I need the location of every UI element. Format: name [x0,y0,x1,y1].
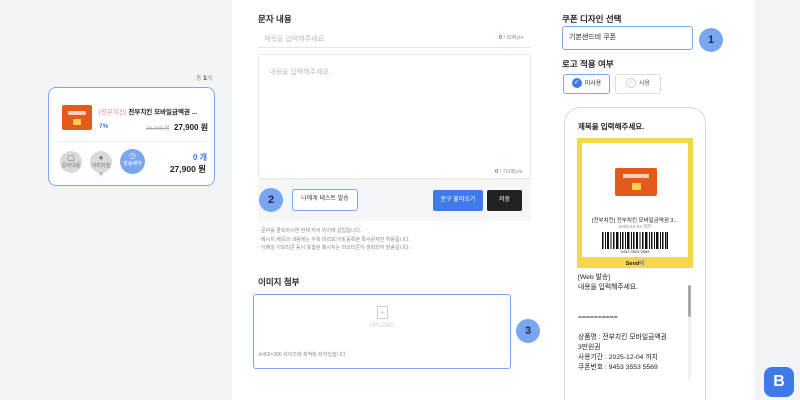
total-price: 27,900 원 [169,164,206,174]
image-attach-label: 이미지첨부 [91,163,111,178]
message-notes: · 문자를 클릭하시면 현재 커서 위치에 삽입됩니다. · 메시지 제목과 내… [258,227,410,253]
preview-line: 내용을 입력해주세요. [578,284,639,291]
note-line: · 문자를 클릭하시면 현재 커서 위치에 삽입됩니다. [258,228,362,234]
product-name: [전부치킨] 전부치킨 모바일금액권 ... [99,106,211,116]
send-logo: Send비 [577,259,693,267]
send-schedule-label: 발송예약 [123,161,142,167]
test-send-button[interactable]: 나에게 테스트 발송 [292,189,358,211]
product-brand: [전부치킨] [99,109,127,116]
coupon-product-image [615,168,657,196]
preview-scroll-thumb[interactable] [688,285,691,317]
sale-price: 27,900 원 [174,123,209,132]
load-phrase-button[interactable]: 문구 불러오기 [433,190,483,211]
preview-line: 사용기간 : 2025-12-04 까지 [578,354,658,361]
quantity: 0 개 [192,153,207,162]
coupon-design-select[interactable]: 기본샌드비 쿠폰 [562,26,693,50]
coupon-inner: [전부치킨] 전부치킨 모바일금액권 3... 2025-12-04 까지 94… [582,143,688,257]
product-thumbnail [62,105,92,130]
image-attach-button[interactable]: ● 이미지첨부 [90,151,112,178]
coupon-preview: [전부치킨] 전부치킨 모바일금액권 3... 2025-12-04 까지 94… [577,138,693,268]
preview-title: 제목을 입력해주세요. [578,122,645,131]
upload-label: UPLOAD [369,323,395,329]
check-icon: ✓ [625,78,636,89]
preview-line: [Web 발송] [578,274,611,281]
card-divider [58,141,206,142]
logo-option-used[interactable]: ✓ 사용 [615,74,661,94]
logo-section-label: 로고 적용 여부 [562,59,614,69]
image-section-label: 이미지 첨부 [258,277,300,287]
preview-line [578,323,683,333]
product-card[interactable]: [전부치킨] 전부치킨 모바일금액권 ... 7% 30,000 원 27,90… [48,87,215,186]
title-input[interactable]: 제목을 입력해주세요. [258,30,531,48]
left-panel [0,0,232,400]
coupon-number: 9453 3553 5569 [620,249,650,254]
step-badge-2: 2 [259,188,283,212]
coupon-name: [전부치킨] 전부치킨 모바일금액권 3... [591,218,679,224]
step-badge-1: 1 [699,28,723,52]
upload-note: ※450×300 사이즈에 최적화 되어있습니다. [258,352,348,358]
product-name-text: 전부치킨 모바일금액권 ... [128,109,198,116]
total-count: 총 1개 [196,73,212,82]
note-line: · 이메일 이모티콘 등이 포함된 메시지는 미오티콘이 생략되어 발송됩니다. [258,245,411,251]
preview-line: 상품명 : 전부치킨 모바일금액권 [578,334,667,341]
coupon-design-value: 기본샌드비 쿠폰 [569,34,617,41]
title-placeholder: 제목을 입력해주세요. [264,36,326,43]
preview-line: ========== [578,314,618,321]
body-placeholder: 내용을 입력해주세요. [269,69,331,76]
person-icon: ● [98,153,104,162]
title-counter: 0 / 80Byte [499,35,524,41]
preview-scrollbar[interactable] [688,285,691,380]
logo-option-unused[interactable]: ✓ 미사용 [563,74,610,94]
check-icon: ✓ [571,78,582,89]
message-icon: ▢ [67,153,75,162]
coupon-date: 2025-12-04 까지 [618,224,652,229]
phone-preview: 제목을 입력해주세요. [전부치킨] 전부치킨 모바일금액권 3... 2025… [564,107,706,400]
original-price: 30,000 원 [146,126,170,132]
preview-line [578,293,683,303]
message-content-label: 문자내용 [61,163,81,169]
barcode [602,232,668,249]
message-section-label: 문자 내용 [258,14,292,24]
upload-area[interactable]: + UPLOAD [258,300,506,342]
note-line: · 메시지 제목과 내용에는 우측 미리보기에 등록된 특수문자만 허용됩니다. [258,236,411,243]
logo-option-used-label: 사용 [638,81,651,87]
send-logo-text: Send [625,261,640,267]
preview-line: 쿠폰번호 : 9453 3553 5569 [578,364,658,371]
body-counter: 0 / 760Byte [495,169,523,175]
send-logo-suffix: 비 [639,261,645,267]
logo-option-unused-label: 미사용 [584,81,602,87]
floating-app-button[interactable]: B [764,367,794,397]
right-strip [754,0,800,400]
send-schedule-button[interactable]: ◷ 발송예약 [120,149,145,174]
step-badge-3: 3 [516,319,540,343]
design-section-label: 쿠폰 디자인 선택 [562,14,622,24]
preview-line: 3만원권 [578,344,601,351]
clock-icon: ◷ [129,151,136,160]
discount-rate: 7% [99,123,109,130]
title-counter-max: / 80Byte [502,35,524,41]
preview-body: [Web 발송] 내용을 입력해주세요. ========== 상품명 : 전부… [578,273,683,373]
save-button[interactable]: 저장 [487,190,522,211]
upload-icon: + [377,306,388,319]
total-suffix: 개 [206,76,213,82]
body-textarea[interactable]: 내용을 입력해주세요. 0 / 760Byte [258,54,531,179]
message-content-button[interactable]: ▢ 문자내용 [60,151,82,173]
body-counter-max: / 760Byte [498,169,523,175]
preview-line [578,303,683,313]
